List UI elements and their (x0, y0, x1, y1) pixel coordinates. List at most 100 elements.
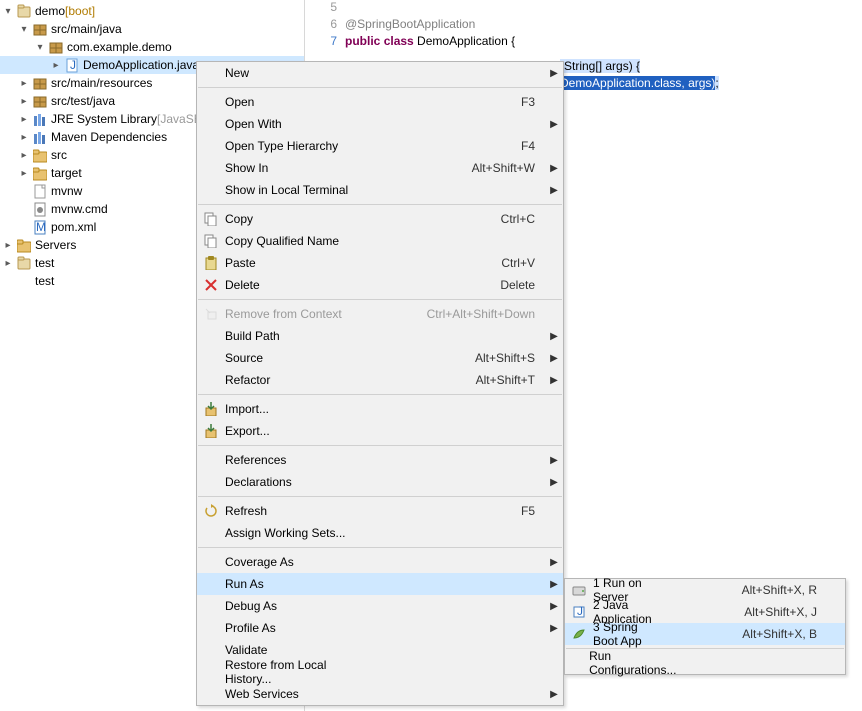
code-text: tring[] args) { (572, 59, 640, 73)
tree-label: test (35, 274, 54, 288)
tree-label: src/main/java (51, 22, 122, 36)
run-as-submenu: 1 Run on ServerAlt+Shift+X, R 2 Java App… (564, 578, 846, 675)
menu-restore-history[interactable]: Restore from Local History... (197, 661, 563, 683)
keyword: class (384, 34, 414, 48)
import-icon (197, 402, 225, 416)
folder-icon (16, 237, 32, 253)
menu-show-terminal[interactable]: Show in Local Terminal▶ (197, 179, 563, 201)
java-file-icon (64, 57, 80, 73)
menu-copy[interactable]: CopyCtrl+C (197, 208, 563, 230)
menu-coverage-as[interactable]: Coverage As▶ (197, 551, 563, 573)
menu-source[interactable]: SourceAlt+Shift+S▶ (197, 347, 563, 369)
menu-copy-qualified[interactable]: Copy Qualified Name (197, 230, 563, 252)
tree-label: test (35, 256, 54, 270)
menu-label: Open Type Hierarchy (225, 139, 415, 153)
menu-show-in[interactable]: Show InAlt+Shift+W▶ (197, 157, 563, 179)
shortcut: Ctrl+Alt+Shift+Down (415, 307, 545, 321)
server-icon (565, 583, 593, 597)
menu-label: Debug As (225, 599, 415, 613)
copy-icon (197, 212, 225, 226)
library-icon (32, 111, 48, 127)
project-icon (16, 255, 32, 271)
menu-label: New (225, 66, 415, 80)
menu-refresh[interactable]: RefreshF5 (197, 500, 563, 522)
menu-label: Run As (225, 577, 415, 591)
menu-delete[interactable]: DeleteDelete (197, 274, 563, 296)
shortcut: Alt+Shift+S (415, 351, 545, 365)
menu-refactor[interactable]: RefactorAlt+Shift+T▶ (197, 369, 563, 391)
shortcut: Alt+Shift+T (415, 373, 545, 387)
menu-label: Export... (225, 424, 415, 438)
menu-open-with[interactable]: Open With▶ (197, 113, 563, 135)
library-icon (32, 129, 48, 145)
menu-paste[interactable]: PasteCtrl+V (197, 252, 563, 274)
menu-label: Source (225, 351, 415, 365)
package-icon (32, 21, 48, 37)
menu-new[interactable]: New▶ (197, 62, 563, 84)
tree-label: mvnw (51, 184, 82, 198)
separator (198, 204, 562, 205)
tree-package[interactable]: ▾ com.example.demo (0, 38, 304, 56)
submenu-run-configurations[interactable]: Run Configurations... (565, 652, 845, 674)
line-number: 6 (305, 17, 345, 31)
keyword: class (654, 76, 681, 90)
shortcut: F4 (415, 139, 545, 153)
code-text: ; (715, 76, 718, 90)
code-text: , args) (681, 76, 715, 90)
tree-label: Servers (35, 238, 76, 252)
menu-label: Copy (225, 212, 415, 226)
tree-decor: [boot] (65, 4, 95, 18)
menu-open[interactable]: OpenF3 (197, 91, 563, 113)
menu-label: Declarations (225, 475, 415, 489)
folder-icon (32, 147, 48, 163)
shortcut: Ctrl+V (415, 256, 545, 270)
tree-label: src/main/resources (51, 76, 152, 90)
xml-file-icon (32, 219, 48, 235)
spring-leaf-icon (565, 627, 593, 641)
menu-open-type-hierarchy[interactable]: Open Type HierarchyF4 (197, 135, 563, 157)
menu-export[interactable]: Export... (197, 420, 563, 442)
project-icon (16, 3, 32, 19)
menu-web-services[interactable]: Web Services▶ (197, 683, 563, 705)
menu-build-path[interactable]: Build Path▶ (197, 325, 563, 347)
menu-assign-ws[interactable]: Assign Working Sets... (197, 522, 563, 544)
shortcut: F3 (415, 95, 545, 109)
submenu-spring-boot-app[interactable]: 3 Spring Boot AppAlt+Shift+X, B (565, 623, 845, 645)
menu-import[interactable]: Import... (197, 398, 563, 420)
menu-label: Open With (225, 117, 415, 131)
shortcut: Alt+Shift+X, R (697, 583, 827, 597)
menu-label: Open (225, 95, 415, 109)
line-number: 5 (305, 0, 345, 14)
menu-label: Show In (225, 161, 415, 175)
shortcut: Ctrl+C (415, 212, 545, 226)
remove-context-icon (197, 307, 225, 321)
tree-src-main-java[interactable]: ▾ src/main/java (0, 20, 304, 38)
menu-label: References (225, 453, 415, 467)
menu-label: Web Services (225, 687, 415, 701)
menu-label: Copy Qualified Name (225, 234, 415, 248)
menu-references[interactable]: References▶ (197, 449, 563, 471)
shortcut: Alt+Shift+X, B (697, 627, 827, 641)
tree-label: JRE System Library (51, 112, 157, 126)
menu-label: Delete (225, 278, 415, 292)
tree-project[interactable]: ▾ demo [boot] (0, 2, 304, 20)
tree-label: mvnw.cmd (51, 202, 108, 216)
shortcut: Alt+Shift+X, J (697, 605, 827, 619)
menu-run-as[interactable]: Run As▶ (197, 573, 563, 595)
copy-icon (197, 234, 225, 248)
code-annotation: @SpringBootApplication (345, 17, 475, 31)
menu-label: Refresh (225, 504, 415, 518)
menu-declarations[interactable]: Declarations▶ (197, 471, 563, 493)
tree-label: Maven Dependencies (51, 130, 167, 144)
menu-debug-as[interactable]: Debug As▶ (197, 595, 563, 617)
menu-label: Coverage As (225, 555, 415, 569)
menu-label: Profile As (225, 621, 415, 635)
menu-label: 3 Spring Boot App (593, 620, 697, 648)
tree-label: pom.xml (51, 220, 96, 234)
menu-remove-context: Remove from ContextCtrl+Alt+Shift+Down (197, 303, 563, 325)
menu-label: Run Configurations... (589, 649, 716, 677)
menu-label: Validate (225, 643, 415, 657)
paste-icon (197, 256, 225, 270)
menu-profile-as[interactable]: Profile As▶ (197, 617, 563, 639)
separator (198, 394, 562, 395)
